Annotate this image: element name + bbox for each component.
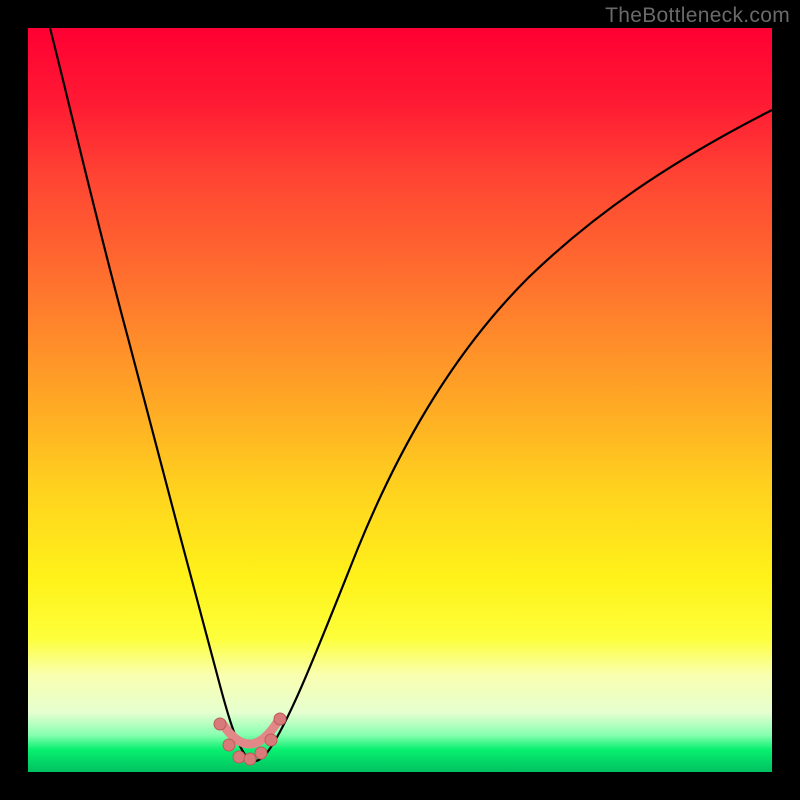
bottleneck-curve — [50, 28, 772, 761]
chart-frame: TheBottleneck.com — [0, 0, 800, 800]
valley-dot — [265, 734, 277, 746]
curve-svg — [28, 28, 772, 772]
valley-dot — [233, 751, 245, 763]
valley-dot — [274, 713, 286, 725]
valley-dot — [255, 747, 267, 759]
plot-area — [28, 28, 772, 772]
valley-dot — [214, 718, 226, 730]
valley-dot — [244, 753, 256, 765]
watermark-text: TheBottleneck.com — [605, 4, 790, 28]
valley-dot — [223, 739, 235, 751]
